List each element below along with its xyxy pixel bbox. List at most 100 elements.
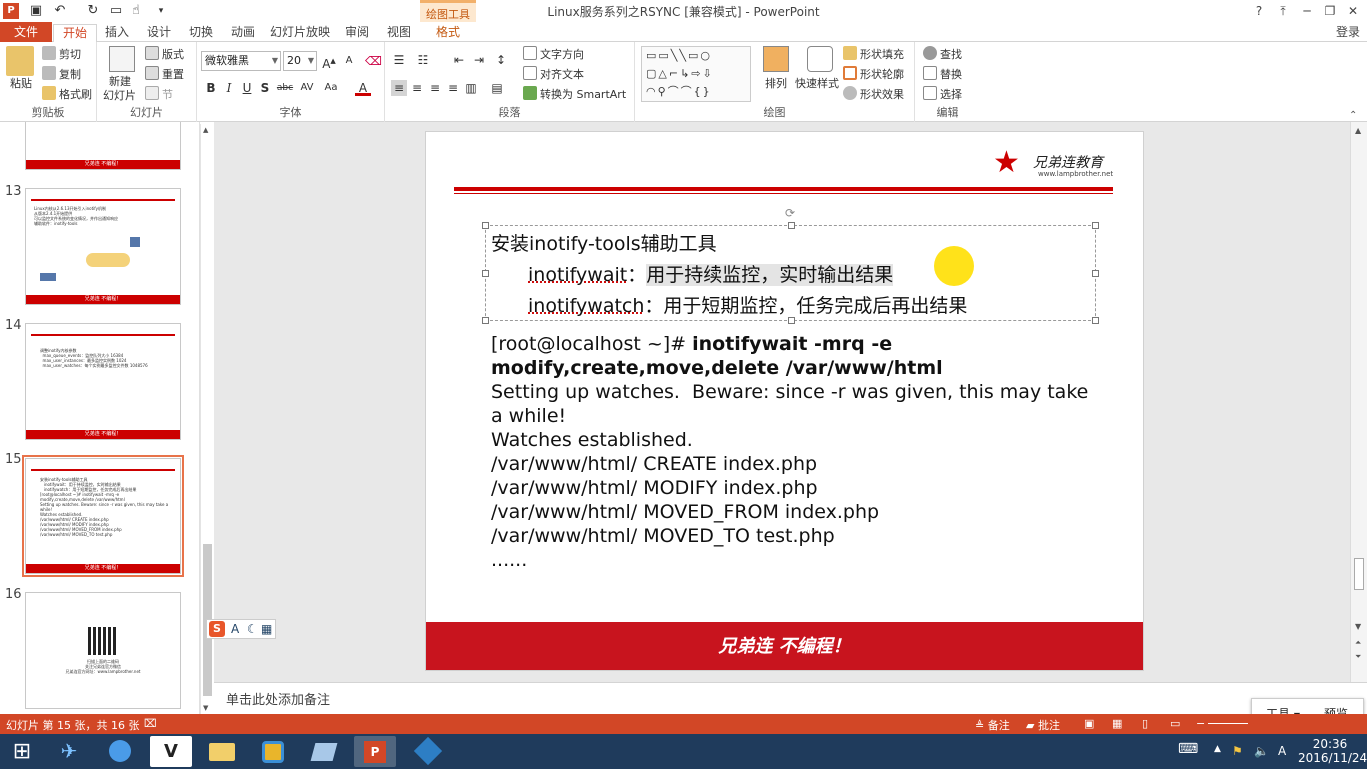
restore-button[interactable]: ❐: [1319, 2, 1341, 20]
tab-home[interactable]: 开始: [53, 24, 97, 43]
tray-expand-icon[interactable]: ▲: [1214, 744, 1221, 754]
resize-handle[interactable]: [1092, 270, 1099, 277]
close-button[interactable]: ✕: [1342, 2, 1364, 20]
zoom-out-icon[interactable]: −: [1196, 717, 1205, 730]
resize-handle[interactable]: [482, 270, 489, 277]
copy-button[interactable]: 复制: [42, 66, 81, 83]
font-size-combo[interactable]: 20 ▼: [283, 51, 317, 71]
font-name-combo[interactable]: 微软雅黑 ▼: [201, 51, 281, 71]
decrease-indent-icon[interactable]: ⇤: [451, 52, 467, 68]
strikethrough-button[interactable]: abc: [275, 80, 295, 96]
new-slide-label2[interactable]: 幻灯片: [103, 88, 136, 104]
clear-format-icon[interactable]: ⌫: [365, 53, 382, 69]
slide-thumbnail-16[interactable]: 扫描上面的二维码 关注兄弟连官方微信 兄弟连官方网址：www.lampbroth…: [25, 592, 181, 709]
virtualbox-icon[interactable]: [407, 736, 449, 767]
tab-review[interactable]: 审阅: [340, 24, 374, 42]
gallery-app-icon[interactable]: [303, 736, 345, 767]
shape-effects-button[interactable]: 形状效果: [843, 86, 904, 103]
align-center-icon[interactable]: ≡: [409, 80, 425, 96]
scroll-down-icon[interactable]: ▼: [1355, 622, 1361, 631]
decrease-font-icon[interactable]: A: [341, 53, 357, 69]
sogou-ime-icon[interactable]: S: [209, 621, 225, 637]
help-button[interactable]: ?: [1248, 2, 1270, 20]
scroll-up-icon[interactable]: ▲: [203, 126, 208, 134]
paste-button[interactable]: 粘贴: [10, 76, 32, 92]
underline-button[interactable]: U: [239, 80, 255, 96]
char-spacing-button[interactable]: AV: [297, 80, 317, 96]
bullets-icon[interactable]: ☰: [391, 52, 407, 68]
powerpoint-taskbar-icon[interactable]: P: [354, 736, 396, 767]
tab-slideshow[interactable]: 幻灯片放映: [268, 24, 332, 42]
replace-button[interactable]: 替换: [923, 66, 962, 83]
ime-keyboard-icon[interactable]: ▦: [261, 622, 272, 636]
shadow-button[interactable]: S: [257, 80, 273, 96]
resize-handle[interactable]: [482, 317, 489, 324]
reading-view-icon[interactable]: ▯: [1142, 717, 1148, 730]
new-slide-icon[interactable]: [109, 46, 135, 72]
scroll-thumb[interactable]: [1354, 558, 1364, 590]
ime-mode-icon[interactable]: A: [231, 622, 239, 636]
notes-button[interactable]: ≜ 备注: [975, 717, 1010, 733]
tab-file[interactable]: 文件: [0, 22, 52, 42]
start-slideshow-icon[interactable]: ▭: [108, 3, 124, 19]
qq-icon[interactable]: [99, 736, 141, 767]
save-icon[interactable]: ▣: [28, 3, 44, 19]
touch-mode-icon[interactable]: ☝: [128, 3, 144, 19]
layout-button[interactable]: 版式: [145, 46, 184, 63]
keyboard-icon[interactable]: ⌨: [1178, 741, 1198, 757]
current-slide[interactable]: ★ 兄弟连教育 www.lampbrother.net ⟳ 安装inotify-…: [425, 131, 1144, 671]
next-slide-icon[interactable]: ⏷: [1355, 652, 1361, 662]
browser-icon[interactable]: [252, 736, 294, 767]
resize-handle[interactable]: [788, 317, 795, 324]
slide-scrollbar[interactable]: ▲ ▼ ⏶ ⏷: [1350, 122, 1367, 682]
ribbon-display-button[interactable]: ⤒: [1272, 2, 1294, 20]
resize-handle[interactable]: [788, 222, 795, 229]
volume-icon[interactable]: 🔈: [1254, 744, 1269, 758]
spellcheck-icon[interactable]: ⌧: [144, 717, 157, 730]
slide-sorter-icon[interactable]: ▦: [1112, 717, 1122, 730]
align-right-icon[interactable]: ≡: [427, 80, 443, 96]
notes-pane[interactable]: 单击此处添加备注: [214, 682, 1367, 714]
increase-font-icon[interactable]: A▲: [321, 53, 337, 71]
previous-slide-icon[interactable]: ⏶: [1355, 638, 1361, 648]
bird-app-icon[interactable]: ✈: [48, 736, 90, 767]
tab-design[interactable]: 设计: [142, 24, 176, 42]
tab-view[interactable]: 视图: [382, 24, 416, 42]
undo-icon[interactable]: ↶: [52, 3, 68, 19]
quick-styles-button[interactable]: 快速样式: [795, 76, 839, 92]
resize-handle[interactable]: [482, 222, 489, 229]
italic-button[interactable]: I: [221, 80, 237, 96]
quick-styles-icon[interactable]: [807, 46, 833, 72]
tab-animations[interactable]: 动画: [226, 24, 260, 42]
justify-icon[interactable]: ≡: [445, 80, 461, 96]
shape-outline-button[interactable]: 形状轮廓: [843, 66, 904, 83]
customize-qat-icon[interactable]: ▾: [153, 3, 169, 19]
shape-fill-button[interactable]: 形状填充: [843, 46, 904, 63]
arrange-icon[interactable]: [763, 46, 789, 72]
format-painter-button[interactable]: 格式刷: [42, 86, 92, 103]
redo-icon[interactable]: ↻: [85, 3, 101, 19]
resize-handle[interactable]: [1092, 317, 1099, 324]
start-button-windows-icon[interactable]: ⊞: [0, 736, 44, 767]
align-text-button[interactable]: 对齐文本: [523, 66, 584, 83]
clock[interactable]: 20:36 2016/11/24: [1298, 737, 1367, 765]
slide-thumbnail-12[interactable]: 兄弟连 不编程！: [25, 122, 181, 170]
arrange-button[interactable]: 排列: [765, 76, 787, 92]
slide-thumbnail-14[interactable]: 调整inotify内核参数 max_queue_events：监控队列大小 16…: [25, 323, 181, 440]
columns-icon[interactable]: ▤: [489, 80, 505, 96]
tab-format[interactable]: 格式: [428, 24, 468, 42]
increase-indent-icon[interactable]: ⇥: [471, 52, 487, 68]
ime-moon-icon[interactable]: ☾: [247, 622, 258, 636]
change-case-button[interactable]: Aa: [321, 80, 341, 96]
line-spacing-icon[interactable]: ↕: [493, 52, 509, 68]
minimize-button[interactable]: ─: [1296, 2, 1318, 20]
text-direction-button[interactable]: 文字方向: [523, 46, 584, 63]
reset-button[interactable]: 重置: [145, 66, 184, 83]
login-link[interactable]: 登录: [1330, 24, 1366, 42]
scroll-down-icon[interactable]: ▼: [203, 704, 208, 712]
find-button[interactable]: 查找: [923, 46, 962, 63]
distributed-icon[interactable]: ▥: [463, 80, 479, 96]
slideshow-view-icon[interactable]: ▭: [1170, 717, 1180, 730]
security-icon[interactable]: ⚑: [1232, 744, 1243, 758]
resize-handle[interactable]: [1092, 222, 1099, 229]
